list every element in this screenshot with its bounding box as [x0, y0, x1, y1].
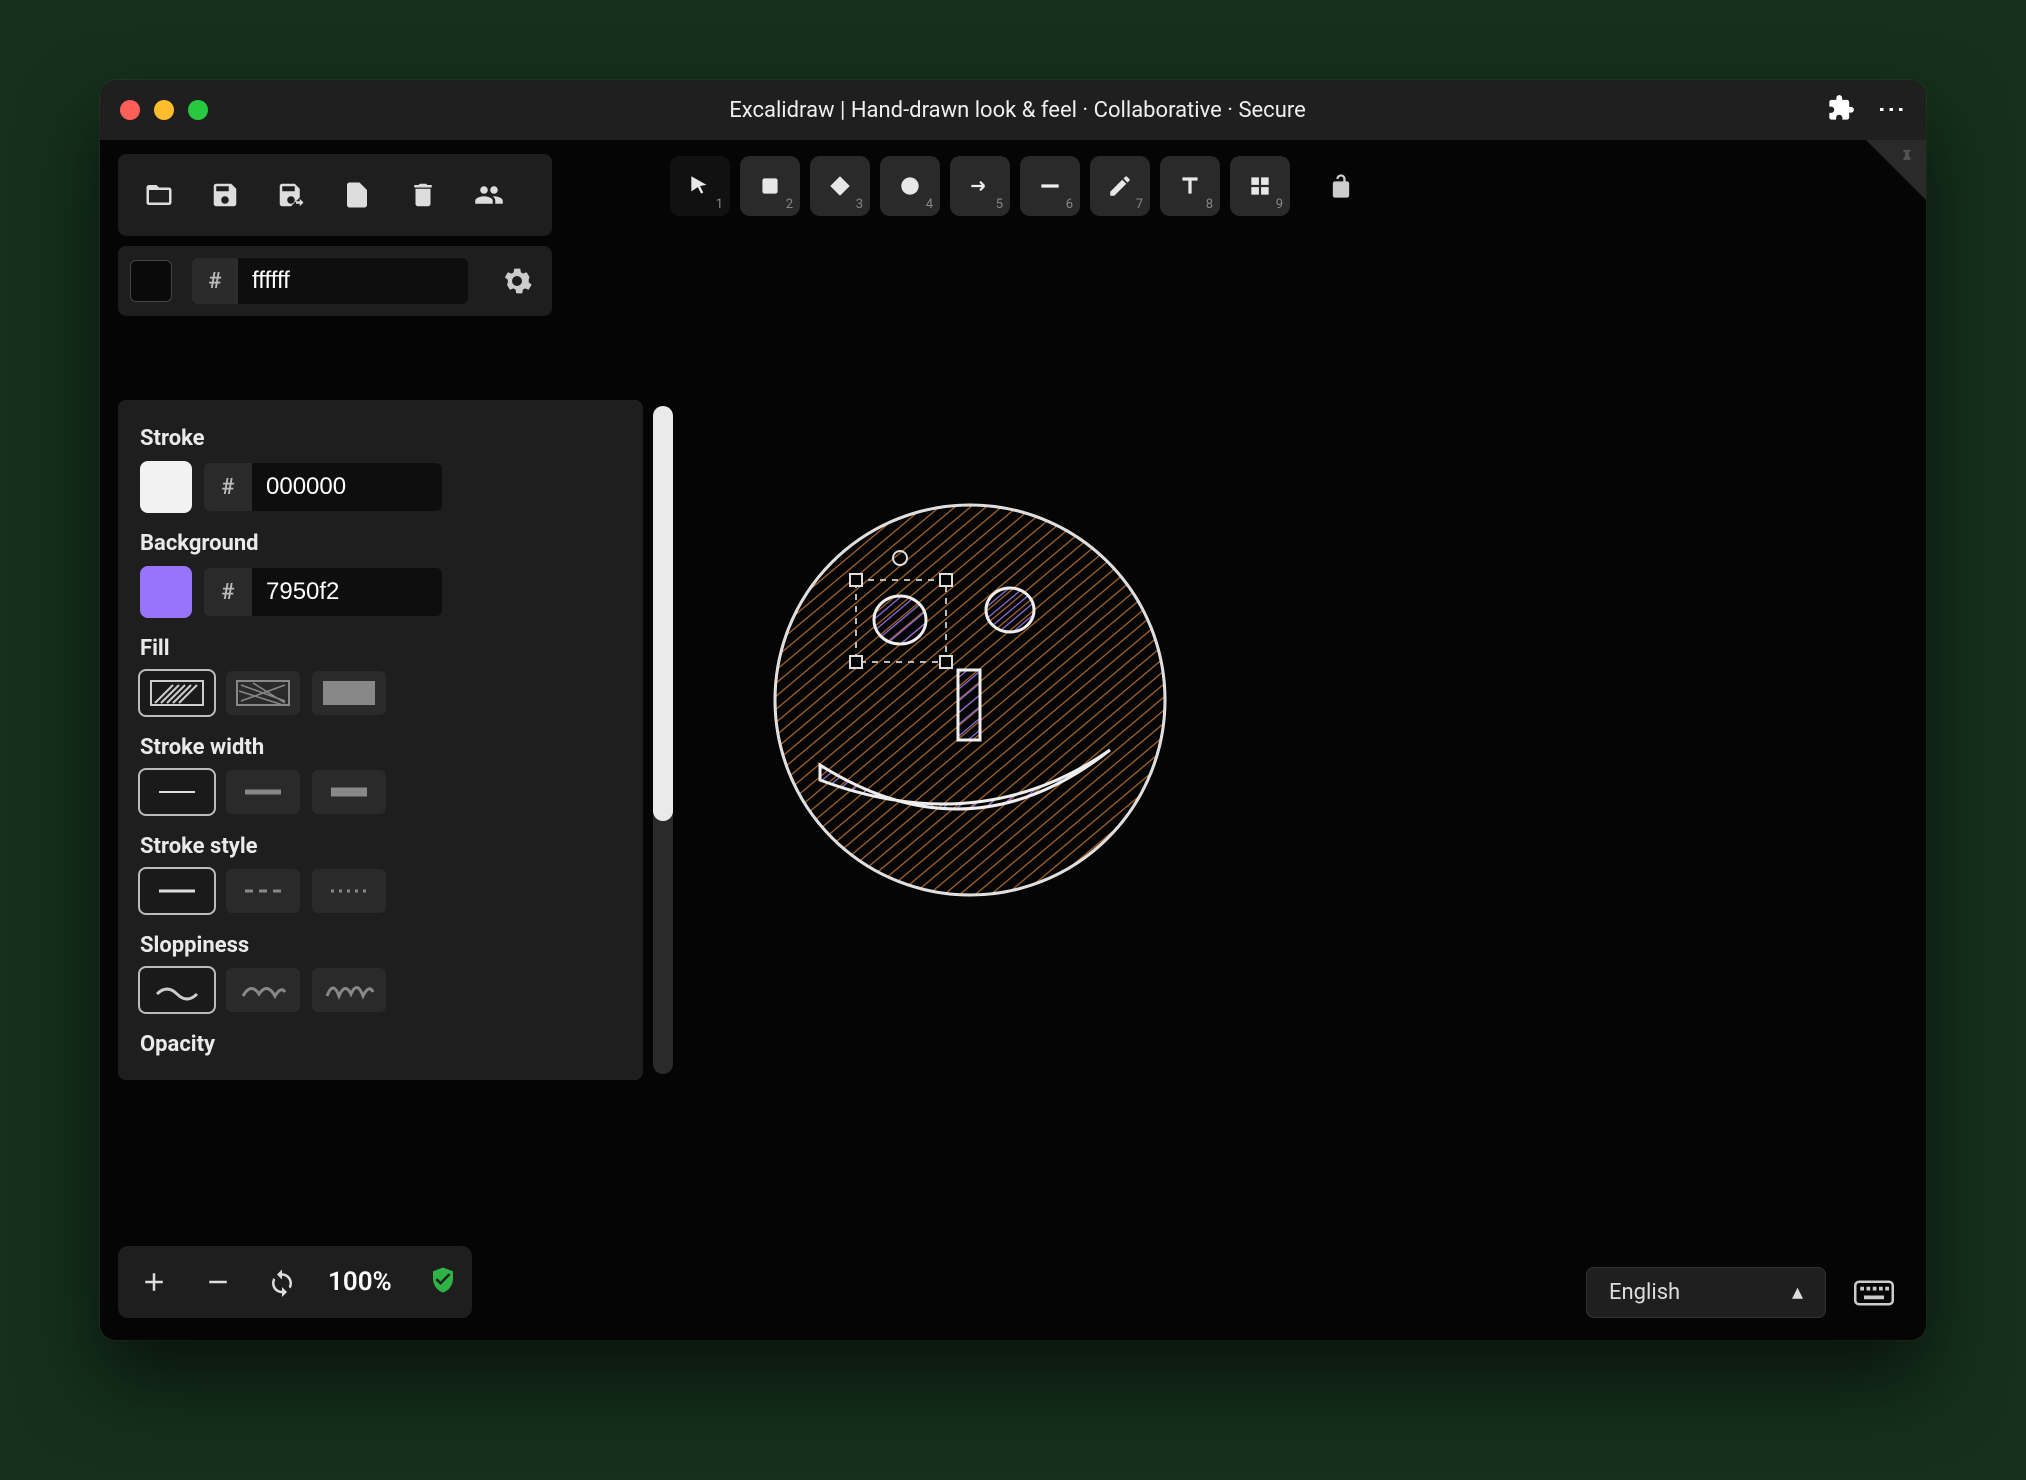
- stroke-width-label: Stroke width: [140, 735, 621, 760]
- hash-label: #: [204, 463, 252, 511]
- export-button[interactable]: [328, 166, 386, 224]
- stroke-style-label: Stroke style: [140, 834, 621, 859]
- app-window: Excalidraw | Hand-drawn look & feel · Co…: [100, 80, 1926, 1340]
- fill-hachure-button[interactable]: [140, 671, 214, 715]
- stroke-style-dotted-button[interactable]: [312, 869, 386, 913]
- lock-toggle[interactable]: [1316, 161, 1366, 211]
- language-select[interactable]: English ▴: [1586, 1267, 1826, 1318]
- properties-scrollbar[interactable]: [653, 406, 673, 1074]
- background-swatch[interactable]: [140, 566, 192, 618]
- tool-grid[interactable]: 9: [1230, 156, 1290, 216]
- collaborate-button[interactable]: [460, 166, 518, 224]
- close-window-button[interactable]: [120, 100, 140, 120]
- maximize-window-button[interactable]: [188, 100, 208, 120]
- tool-ellipse[interactable]: 4: [880, 156, 940, 216]
- tool-selection[interactable]: 1: [670, 156, 730, 216]
- tool-arrow[interactable]: 5: [950, 156, 1010, 216]
- window-controls: [120, 100, 208, 120]
- stroke-hex-input[interactable]: [252, 463, 442, 511]
- stroke-style-solid-button[interactable]: [140, 869, 214, 913]
- titlebar: Excalidraw | Hand-drawn look & feel · Co…: [100, 80, 1926, 140]
- sloppiness-high-button[interactable]: [312, 968, 386, 1012]
- scrollbar-thumb[interactable]: [653, 406, 673, 820]
- sloppiness-med-button[interactable]: [226, 968, 300, 1012]
- hash-label: #: [192, 258, 238, 304]
- stroke-width-thick-button[interactable]: [312, 770, 386, 814]
- opacity-label: Opacity: [140, 1032, 621, 1057]
- tool-draw[interactable]: 7: [1090, 156, 1150, 216]
- save-as-button[interactable]: [262, 166, 320, 224]
- app-body: # 1 2 3 4: [100, 140, 1926, 1340]
- tool-diamond[interactable]: 3: [810, 156, 870, 216]
- canvas-bg-swatch[interactable]: [130, 260, 172, 302]
- clear-canvas-button[interactable]: [394, 166, 452, 224]
- fill-solid-button[interactable]: [312, 671, 386, 715]
- window-title: Excalidraw | Hand-drawn look & feel · Co…: [208, 98, 1827, 123]
- background-hex-input[interactable]: [252, 568, 442, 616]
- sloppiness-low-button[interactable]: [140, 968, 214, 1012]
- tool-rectangle[interactable]: 2: [740, 156, 800, 216]
- shape-toolbar: 1 2 3 4 5 6 7: [670, 156, 1366, 216]
- sloppiness-label: Sloppiness: [140, 933, 621, 958]
- zoom-in-button[interactable]: [126, 1254, 182, 1310]
- zoom-reset-button[interactable]: [254, 1254, 310, 1310]
- zoom-controls: 100%: [118, 1246, 472, 1318]
- chevron-up-icon: ▴: [1792, 1280, 1803, 1305]
- file-toolbar: [118, 154, 552, 236]
- save-status-icon: [428, 1265, 458, 1299]
- minimize-window-button[interactable]: [154, 100, 174, 120]
- properties-panel: Stroke # Background # Fill: [118, 400, 643, 1080]
- settings-button[interactable]: [494, 258, 540, 304]
- fill-label: Fill: [140, 636, 621, 661]
- hash-label: #: [204, 568, 252, 616]
- open-button[interactable]: [130, 166, 188, 224]
- stroke-width-medium-button[interactable]: [226, 770, 300, 814]
- extension-icon[interactable]: [1827, 94, 1855, 126]
- canvas-bg-input: #: [192, 258, 468, 304]
- canvas-bg-hex-input[interactable]: [238, 258, 468, 304]
- keyboard-shortcuts-button[interactable]: [1844, 1269, 1904, 1317]
- background-label: Background: [140, 531, 621, 556]
- zoom-out-button[interactable]: [190, 1254, 246, 1310]
- fill-crosshatch-button[interactable]: [226, 671, 300, 715]
- zoom-level[interactable]: 100%: [318, 1267, 402, 1297]
- pin-icon[interactable]: [1896, 148, 1918, 174]
- language-value: English: [1609, 1280, 1680, 1305]
- canvas-background-panel: #: [118, 246, 552, 316]
- stroke-style-dashed-button[interactable]: [226, 869, 300, 913]
- save-button[interactable]: [196, 166, 254, 224]
- stroke-swatch[interactable]: [140, 461, 192, 513]
- tool-line[interactable]: 6: [1020, 156, 1080, 216]
- tool-text[interactable]: 8: [1160, 156, 1220, 216]
- stroke-label: Stroke: [140, 426, 621, 451]
- stroke-width-thin-button[interactable]: [140, 770, 214, 814]
